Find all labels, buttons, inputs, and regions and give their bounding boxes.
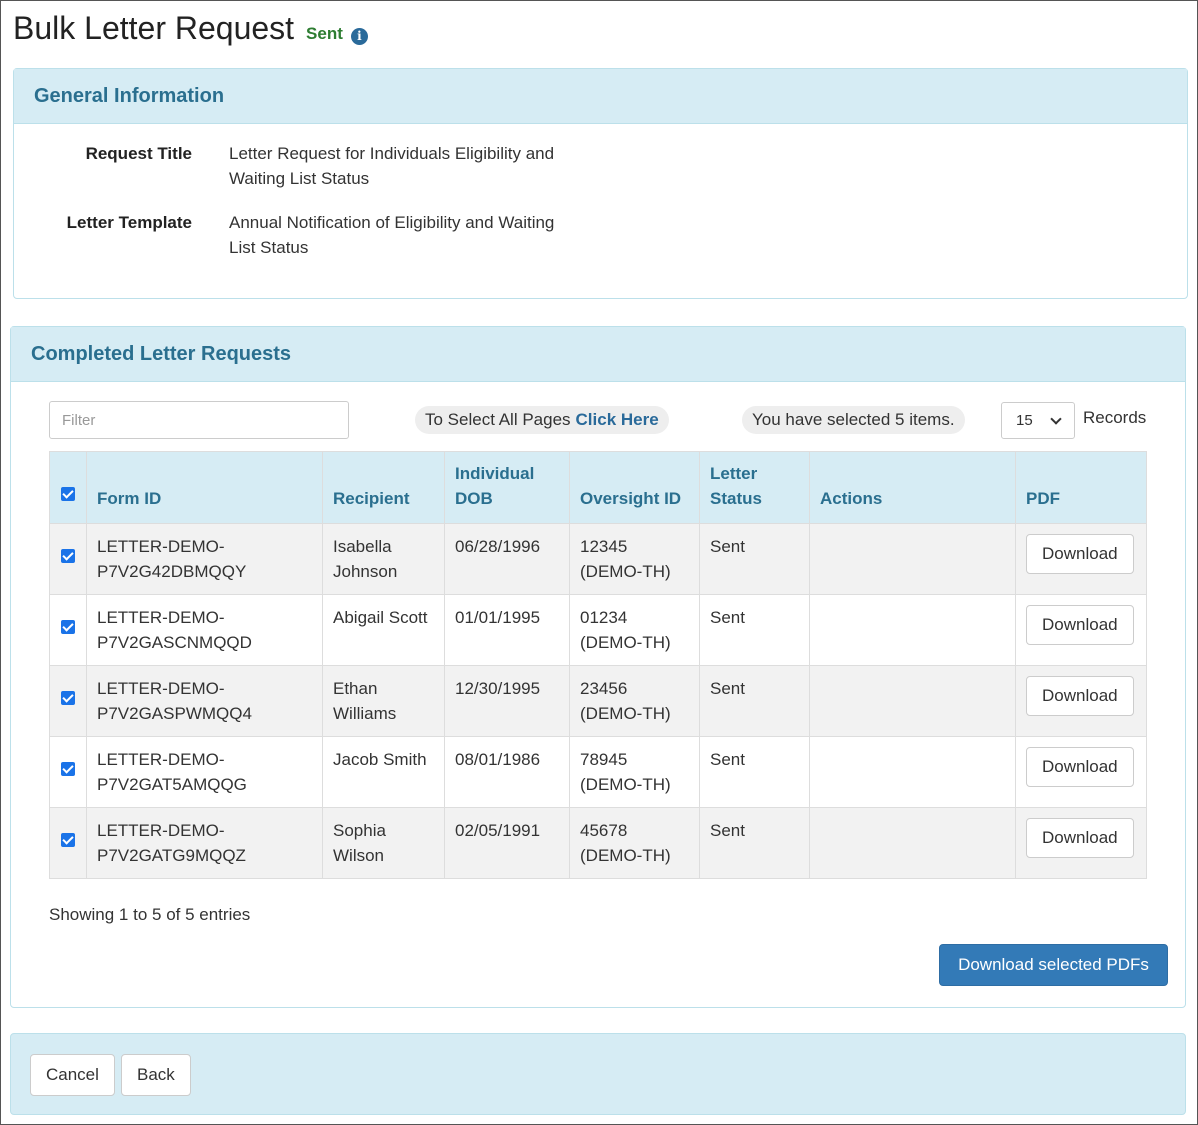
select-all-text: To Select All Pages [425,410,571,429]
dob-cell: 02/05/1991 [444,807,570,879]
column-header-letter-status[interactable]: Letter Status [699,451,810,524]
records-per-page-value: 15 [1016,412,1033,429]
recipient-cell: Ethan Williams [322,665,445,737]
request-title-value: Letter Request for Individuals Eligibili… [229,144,555,188]
table-row: LETTER-DEMO-P7V2GASCNMQQD Abigail Scott … [49,594,1147,666]
download-selected-pdfs-button[interactable]: Download selected PDFs [939,944,1168,986]
pdf-cell: Download [1015,665,1147,737]
oversight-id-cell: 12345 (DEMO-TH) [569,523,700,595]
cancel-button[interactable]: Cancel [30,1054,115,1096]
letter-template-row: Letter Template Annual Notification of E… [14,210,1187,260]
dob-cell: 06/28/1996 [444,523,570,595]
request-title-row: Request Title Letter Request for Individ… [14,141,1187,191]
form-id-cell: LETTER-DEMO-P7V2GAT5AMQQG [86,736,323,808]
letter-status-cell: Sent [699,523,810,595]
download-button[interactable]: Download [1026,747,1134,787]
letter-status-cell: Sent [699,807,810,879]
row-checkbox-cell [49,665,87,737]
selected-count-text: You have selected 5 items. [752,410,955,429]
download-button[interactable]: Download [1026,534,1134,574]
table-row: LETTER-DEMO-P7V2GASPWMQQ4 Ethan Williams… [49,665,1147,737]
chevron-down-icon [1050,412,1062,425]
table-row: LETTER-DEMO-P7V2G42DBMQQY Isabella Johns… [49,523,1147,595]
letter-template-value: Annual Notification of Eligibility and W… [229,213,555,257]
pdf-cell: Download [1015,523,1147,595]
pdf-cell: Download [1015,736,1147,808]
row-checkbox-cell [49,523,87,595]
row-checkbox[interactable] [61,832,75,847]
select-all-link[interactable]: Click Here [576,410,659,430]
letter-status-cell: Sent [699,665,810,737]
select-all-checkbox-cell [49,451,87,524]
column-header-actions: Actions [809,451,1016,524]
column-header-individual-dob[interactable]: Individual DOB [444,451,570,524]
footer-actions-panel: Cancel Back [10,1033,1186,1115]
row-checkbox[interactable] [61,548,75,563]
table-row: LETTER-DEMO-P7V2GATG9MQQZ Sophia Wilson … [49,807,1147,879]
letter-requests-table: Form ID Recipient Individual DOB Oversig… [49,451,1147,879]
page-header: Bulk Letter Request Sent i [13,10,368,54]
filter-input[interactable] [49,401,349,439]
download-button[interactable]: Download [1026,676,1134,716]
page-title: Bulk Letter Request [13,10,295,46]
recipient-cell: Jacob Smith [322,736,445,808]
oversight-id-cell: 01234 (DEMO-TH) [569,594,700,666]
recipient-cell: Abigail Scott [322,594,445,666]
row-checkbox-cell [49,807,87,879]
actions-cell [809,736,1016,808]
column-header-oversight-id[interactable]: Oversight ID [569,451,700,524]
table-header-row: Form ID Recipient Individual DOB Oversig… [49,451,1147,524]
letter-status-cell: Sent [699,594,810,666]
row-checkbox-cell [49,736,87,808]
general-information-panel: General Information Request Title Letter… [13,68,1188,299]
letter-status-cell: Sent [699,736,810,808]
select-all-checkbox[interactable] [61,486,75,501]
records-per-page-select[interactable]: 15 [1001,402,1075,439]
completed-letter-requests-panel: Completed Letter Requests To Select All … [10,326,1186,1008]
info-icon[interactable]: i [350,28,368,45]
download-button[interactable]: Download [1026,605,1134,645]
back-button[interactable]: Back [121,1054,191,1096]
form-id-cell: LETTER-DEMO-P7V2GASPWMQQ4 [86,665,323,737]
pdf-cell: Download [1015,594,1147,666]
actions-cell [809,807,1016,879]
dob-cell: 01/01/1995 [444,594,570,666]
oversight-id-cell: 23456 (DEMO-TH) [569,665,700,737]
form-id-cell: LETTER-DEMO-P7V2GASCNMQQD [86,594,323,666]
actions-cell [809,523,1016,595]
oversight-id-cell: 78945 (DEMO-TH) [569,736,700,808]
row-checkbox[interactable] [61,619,75,634]
row-checkbox-cell [49,594,87,666]
recipient-cell: Sophia Wilson [322,807,445,879]
dob-cell: 08/01/1986 [444,736,570,808]
completed-letter-requests-heading: Completed Letter Requests [11,327,1185,382]
download-button[interactable]: Download [1026,818,1134,858]
column-header-form-id[interactable]: Form ID [86,451,323,524]
row-checkbox[interactable] [61,761,75,776]
pdf-cell: Download [1015,807,1147,879]
oversight-id-cell: 45678 (DEMO-TH) [569,807,700,879]
column-header-pdf: PDF [1015,451,1147,524]
selected-count: You have selected 5 items. [742,406,965,434]
row-checkbox[interactable] [61,690,75,705]
form-id-cell: LETTER-DEMO-P7V2G42DBMQQY [86,523,323,595]
general-information-heading: General Information [14,69,1187,124]
records-label: Records [1083,408,1147,427]
request-title-label: Request Title [85,144,192,163]
showing-entries-info: Showing 1 to 5 of 5 entries [49,905,251,924]
select-all-pages: To Select All Pages Click Here [415,406,669,434]
recipient-cell: Isabella Johnson [322,523,445,595]
form-id-cell: LETTER-DEMO-P7V2GATG9MQQZ [86,807,323,879]
actions-cell [809,665,1016,737]
table-row: LETTER-DEMO-P7V2GAT5AMQQG Jacob Smith 08… [49,736,1147,808]
status-badge: Sent [306,24,343,43]
actions-cell [809,594,1016,666]
letter-template-label: Letter Template [66,213,192,232]
column-header-recipient[interactable]: Recipient [322,451,445,524]
dob-cell: 12/30/1995 [444,665,570,737]
